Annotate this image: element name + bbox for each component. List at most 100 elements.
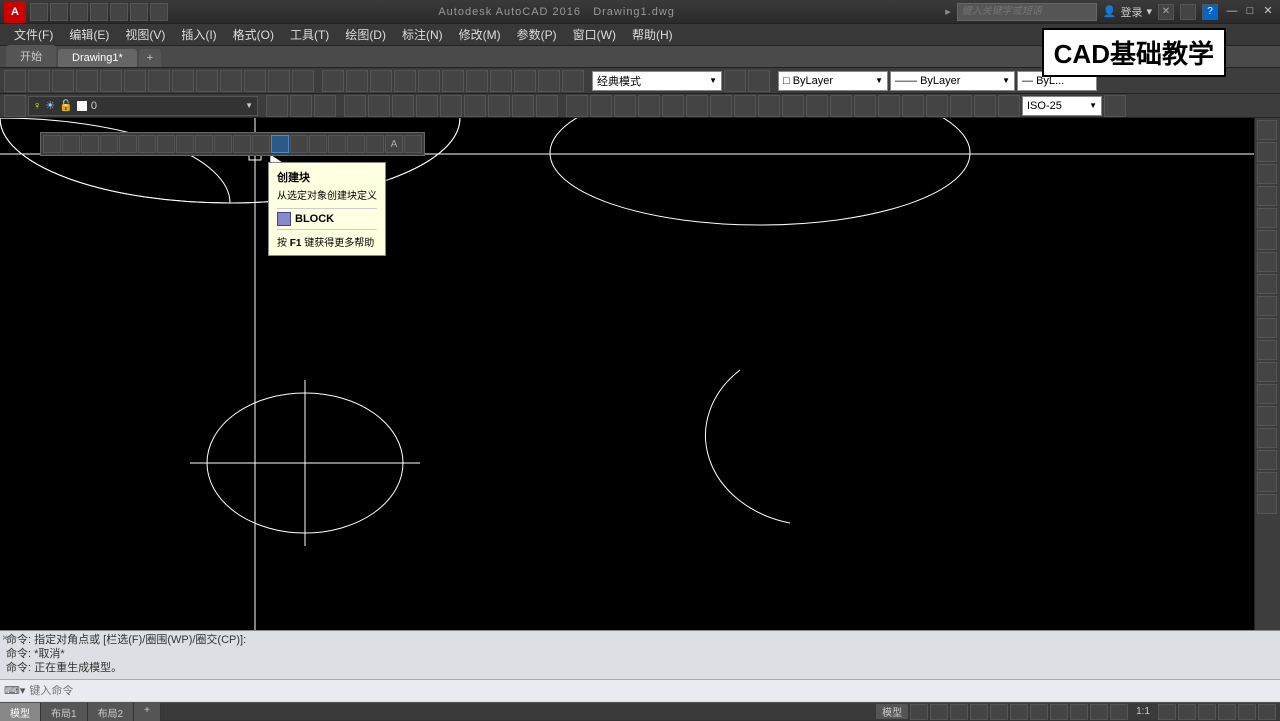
ortho-toggle-icon[interactable] (950, 704, 968, 720)
tpy-toggle-icon[interactable] (1050, 704, 1068, 720)
publish-icon[interactable] (124, 70, 146, 92)
arc-icon[interactable] (138, 135, 156, 153)
stretch-icon[interactable] (1257, 296, 1277, 316)
dim-insp-icon[interactable] (902, 95, 924, 117)
dim-tol-icon[interactable] (854, 95, 876, 117)
preview-icon[interactable] (100, 70, 122, 92)
ws-5-icon[interactable] (514, 70, 536, 92)
grid-toggle-icon[interactable] (910, 704, 928, 720)
dim-ord-icon[interactable] (638, 95, 660, 117)
layer-props-icon[interactable] (4, 95, 26, 117)
dim-q-icon[interactable] (734, 95, 756, 117)
dim-rad-icon[interactable] (662, 95, 684, 117)
move-icon[interactable] (1257, 230, 1277, 250)
ws-save-icon[interactable] (748, 70, 770, 92)
iso-toggle-icon[interactable] (1198, 704, 1216, 720)
menu-tools[interactable]: 工具(T) (284, 24, 335, 45)
erase-icon[interactable] (1257, 120, 1277, 140)
dim-arc-icon[interactable] (614, 95, 636, 117)
ws-7-icon[interactable] (562, 70, 584, 92)
ellipse-icon[interactable] (214, 135, 232, 153)
menu-draw[interactable]: 绘图(D) (339, 24, 392, 45)
minimize-button[interactable]: — (1224, 5, 1240, 19)
redo2-icon[interactable] (292, 70, 314, 92)
dim-jog-icon[interactable] (926, 95, 948, 117)
d1-icon[interactable] (344, 95, 366, 117)
ws-settings-icon[interactable] (724, 70, 746, 92)
ws-1-icon[interactable] (418, 70, 440, 92)
dim-upd-icon[interactable] (998, 95, 1020, 117)
open-file-icon[interactable] (28, 70, 50, 92)
stayconnected-icon[interactable] (1180, 4, 1196, 20)
dimstyle-mgr-icon[interactable] (1104, 95, 1126, 117)
close-button[interactable]: ✕ (1260, 5, 1276, 19)
revcloud-icon[interactable] (176, 135, 194, 153)
d3-icon[interactable] (392, 95, 414, 117)
dim-aligned-icon[interactable] (590, 95, 612, 117)
menu-insert[interactable]: 插入(I) (175, 24, 222, 45)
addsel-icon[interactable] (404, 135, 422, 153)
lwt-toggle-icon[interactable] (1030, 704, 1048, 720)
mirror-icon[interactable] (1257, 164, 1277, 184)
pline-icon[interactable] (81, 135, 99, 153)
mtext-icon[interactable]: A (385, 135, 403, 153)
region-icon[interactable] (347, 135, 365, 153)
menu-file[interactable]: 文件(F) (8, 24, 59, 45)
d7-icon[interactable] (488, 95, 510, 117)
dimstyle-dropdown[interactable]: ISO-25▼ (1022, 96, 1102, 116)
exchange-icon[interactable]: ✕ (1158, 4, 1174, 20)
ws-toggle-icon[interactable] (1158, 704, 1176, 720)
spline-icon[interactable] (195, 135, 213, 153)
menu-edit[interactable]: 编辑(E) (63, 24, 115, 45)
new-icon[interactable] (30, 3, 48, 21)
menu-format[interactable]: 格式(O) (227, 24, 280, 45)
cut-icon[interactable] (148, 70, 170, 92)
app-icon[interactable]: A (4, 1, 26, 23)
anno-scale[interactable]: 1:1 (1130, 706, 1156, 717)
menu-help[interactable]: 帮助(H) (626, 24, 679, 45)
dim-tedit-icon[interactable] (974, 95, 996, 117)
dim-break-icon[interactable] (830, 95, 852, 117)
tab-layout2[interactable]: 布局2 (88, 703, 135, 721)
fillet-icon[interactable] (1257, 450, 1277, 470)
lay-1-icon[interactable] (266, 95, 288, 117)
zoom-prev-icon[interactable] (394, 70, 416, 92)
paste-icon[interactable] (196, 70, 218, 92)
ws-2-icon[interactable] (442, 70, 464, 92)
copy-icon[interactable] (172, 70, 194, 92)
polar-toggle-icon[interactable] (970, 704, 988, 720)
dim-dia-icon[interactable] (686, 95, 708, 117)
scale-icon[interactable] (1257, 274, 1277, 294)
table-icon[interactable] (366, 135, 384, 153)
extend-icon[interactable] (1257, 340, 1277, 360)
snap-toggle-icon[interactable] (930, 704, 948, 720)
make-block-icon[interactable] (271, 135, 289, 153)
tab-start[interactable]: 开始 (6, 45, 56, 67)
signin-button[interactable]: 👤 登录 ▾ (1103, 4, 1152, 20)
help-search-input[interactable] (957, 3, 1097, 21)
offset-icon[interactable] (1257, 186, 1277, 206)
circle-icon[interactable] (157, 135, 175, 153)
xline-icon[interactable] (62, 135, 80, 153)
array-icon[interactable] (1257, 208, 1277, 228)
redo-icon[interactable] (150, 3, 168, 21)
save-file-icon[interactable] (52, 70, 74, 92)
drawing-canvas[interactable] (0, 118, 1254, 630)
dim-cont-icon[interactable] (782, 95, 804, 117)
menu-parametric[interactable]: 参数(P) (511, 24, 563, 45)
cmd-prompt-icon[interactable]: ⌨▾ (4, 684, 25, 697)
ws-6-icon[interactable] (538, 70, 560, 92)
command-window[interactable]: × 命令: 指定对角点或 [栏选(F)/圈围(WP)/圈交(CP)]: 命令: … (0, 630, 1280, 702)
d4-icon[interactable] (416, 95, 438, 117)
undo-icon[interactable] (130, 3, 148, 21)
tab-addlayout[interactable]: + (134, 703, 161, 721)
break-pt-icon[interactable] (1257, 362, 1277, 382)
color-dropdown[interactable]: □ ByLayer▼ (778, 71, 888, 91)
lay-3-icon[interactable] (314, 95, 336, 117)
new-file-icon[interactable] (4, 70, 26, 92)
tab-drawing1[interactable]: Drawing1* (58, 49, 137, 67)
point-icon[interactable] (290, 135, 308, 153)
break-icon[interactable] (1257, 384, 1277, 404)
d6-icon[interactable] (464, 95, 486, 117)
help-icon[interactable]: ? (1202, 4, 1218, 20)
